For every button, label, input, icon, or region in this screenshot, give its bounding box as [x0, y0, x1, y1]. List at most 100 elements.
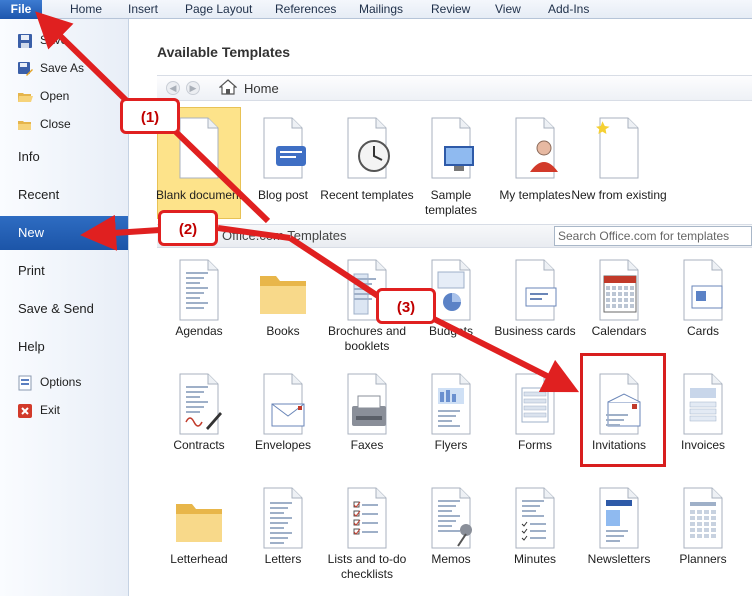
tab-review[interactable]: Review: [431, 0, 470, 19]
template-tile-lists-and-to-do-checklists[interactable]: Lists and to-do checklists: [325, 486, 409, 596]
template-tile-envelopes[interactable]: Envelopes: [241, 372, 325, 482]
blank-document-icon: [174, 116, 224, 180]
sidebar-item-exit[interactable]: Exit: [0, 398, 128, 424]
template-tile-agendas[interactable]: Agendas: [157, 258, 241, 368]
close-folder-icon: [18, 121, 31, 130]
forms-icon: [510, 372, 560, 436]
file-tab[interactable]: File: [0, 0, 42, 19]
open-folder-icon: [18, 93, 33, 102]
minutes-icon: [510, 486, 560, 550]
template-tile-my-templates[interactable]: My templates: [493, 116, 577, 226]
template-label: Contracts: [173, 438, 225, 452]
template-label: Lists and to-do checklists: [327, 552, 407, 581]
template-tile-faxes[interactable]: Faxes: [325, 372, 409, 482]
template-tile-planners[interactable]: Planners: [661, 486, 745, 596]
tab-view[interactable]: View: [495, 0, 521, 19]
template-tile-memos[interactable]: Memos: [409, 486, 493, 596]
section-title: Office.com Templates: [222, 228, 347, 243]
search-office-input[interactable]: [554, 226, 752, 246]
template-label: Planners: [679, 552, 727, 566]
template-tile-sample-templates[interactable]: Sample templates: [409, 116, 493, 226]
sidebar-item-label: Options: [40, 375, 82, 389]
template-tile-newsletters[interactable]: Newsletters: [577, 486, 661, 596]
save-floppy-icon: [18, 34, 32, 48]
template-tile-forms[interactable]: Forms: [493, 372, 577, 482]
step-2-callout: (2): [158, 210, 218, 246]
sidebar-item-help[interactable]: Help: [0, 330, 128, 364]
tab-insert[interactable]: Insert: [128, 0, 158, 19]
template-tile-blog-post[interactable]: Blog post: [241, 116, 325, 226]
template-label: Blog post: [257, 188, 309, 202]
sidebar-item-new[interactable]: New: [0, 216, 128, 250]
forward-arrow-icon[interactable]: ▶: [186, 81, 200, 95]
sidebar-item-label: Save As: [40, 61, 85, 75]
template-label: Business cards: [494, 324, 576, 338]
my-templates-icon: [510, 116, 560, 180]
recent-templates-icon: [342, 116, 392, 180]
page-title: Available Templates: [157, 44, 291, 60]
invitations-highlight-box: [580, 353, 666, 467]
sidebar-item-save[interactable]: Save: [0, 28, 128, 54]
template-tile-flyers[interactable]: Flyers: [409, 372, 493, 482]
tab-page-layout[interactable]: Page Layout: [185, 0, 252, 19]
tab-references[interactable]: References: [275, 0, 336, 19]
breadcrumb[interactable]: Home: [244, 81, 279, 96]
sidebar-item-open[interactable]: Open: [0, 84, 128, 110]
letterhead-folder-icon: [174, 486, 224, 550]
back-arrow-icon[interactable]: ◀: [166, 81, 180, 95]
template-tile-minutes[interactable]: Minutes: [493, 486, 577, 596]
template-tile-cards[interactable]: Cards: [661, 258, 745, 368]
newsletters-icon: [594, 486, 644, 550]
faxes-icon: [342, 372, 392, 436]
template-label: Invoices: [680, 438, 726, 452]
sidebar-item-print[interactable]: Print: [0, 254, 128, 288]
template-label: Envelopes: [254, 438, 312, 452]
template-tile-letters[interactable]: Letters: [241, 486, 325, 596]
template-label: Sample templates: [424, 188, 478, 217]
template-label: Memos: [431, 552, 471, 566]
template-tile-invoices[interactable]: Invoices: [661, 372, 745, 482]
template-label: Letters: [264, 552, 302, 566]
template-tile-recent-templates[interactable]: Recent templates: [320, 116, 414, 226]
template-label: New from existing: [571, 188, 667, 202]
exit-icon: [18, 404, 32, 418]
sidebar-item-label: Close: [40, 117, 71, 131]
ribbon-tab-bar: File Home Insert Page Layout References …: [0, 0, 752, 19]
template-tile-new-from-existing[interactable]: New from existing: [571, 116, 667, 226]
sidebar-item-save-as[interactable]: Save As: [0, 56, 128, 82]
sidebar-item-close[interactable]: Close: [0, 112, 128, 138]
template-tile-books[interactable]: Books: [241, 258, 325, 368]
tab-mailings[interactable]: Mailings: [359, 0, 403, 19]
agendas-icon: [174, 258, 224, 322]
step-1-callout: (1): [120, 98, 180, 134]
save-as-icon: [18, 62, 33, 76]
template-tile-business-cards[interactable]: Business cards: [493, 258, 577, 368]
calendars-icon: [594, 258, 644, 322]
template-label: Recent templates: [320, 188, 414, 202]
tab-home[interactable]: Home: [70, 0, 102, 19]
checklists-icon: [342, 486, 392, 550]
new-from-existing-icon: [594, 116, 644, 180]
template-label: Letterhead: [170, 552, 228, 566]
sample-templates-icon: [426, 116, 476, 180]
template-tile-letterhead[interactable]: Letterhead: [157, 486, 241, 596]
options-icon: [18, 375, 32, 391]
template-tile-calendars[interactable]: Calendars: [577, 258, 661, 368]
backstage-sidebar: Save Save As Open Close Info Recent New …: [0, 19, 129, 596]
template-label: Cards: [686, 324, 719, 338]
sidebar-item-info[interactable]: Info: [0, 140, 128, 174]
tab-add-ins[interactable]: Add-Ins: [548, 0, 589, 19]
sidebar-item-recent[interactable]: Recent: [0, 178, 128, 212]
template-label: My templates: [499, 188, 571, 202]
template-label: Faxes: [350, 438, 384, 452]
sidebar-item-save-send[interactable]: Save & Send: [0, 292, 128, 326]
template-label: Minutes: [513, 552, 557, 566]
home-icon[interactable]: [219, 79, 237, 95]
planners-icon: [678, 486, 728, 550]
blog-post-icon: [258, 116, 308, 180]
template-label: Flyers: [434, 438, 468, 452]
template-label: Books: [266, 324, 300, 338]
template-label: Brochures and booklets: [327, 324, 407, 353]
template-tile-contracts[interactable]: Contracts: [157, 372, 241, 482]
sidebar-item-options[interactable]: Options: [0, 370, 128, 396]
